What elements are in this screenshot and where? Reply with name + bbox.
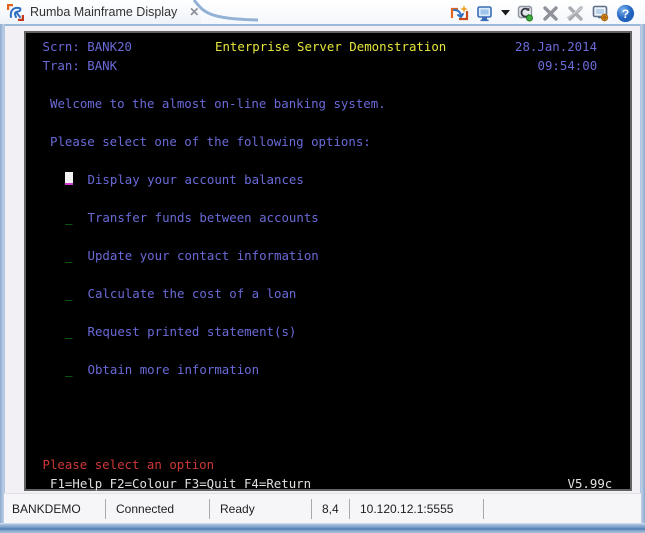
disconnect-icon[interactable] (541, 4, 560, 23)
frame-edge-right (640, 24, 645, 533)
terminal-text-segment: Welcome to the almost on-line banking sy… (50, 96, 386, 111)
terminal-row: _ Request printed statement(s) (35, 324, 630, 343)
terminal-input-field[interactable]: _ (65, 210, 72, 225)
status-bar: BANKDEMO Connected Ready 8,4 10.120.12.1:555… (4, 493, 641, 523)
rumba-logo-icon (7, 3, 24, 21)
disconnect-all-icon[interactable] (566, 4, 585, 23)
tab-swoosh-decoration (192, 0, 259, 22)
terminal-text-segment: 09:54:00 (537, 58, 598, 73)
terminal-text-segment: Obtain more information (87, 362, 260, 377)
terminal-text-segment: Transfer funds between accounts (87, 210, 319, 225)
terminal-text-segment: V5.99c (567, 476, 613, 491)
terminal-input-field[interactable]: _ (65, 324, 72, 339)
terminal-input-field[interactable]: _ (65, 286, 72, 301)
display-icon[interactable] (475, 4, 494, 23)
terminal-text-segment: Tran: BANK (42, 58, 118, 73)
terminal-row: _ Transfer funds between accounts (35, 210, 630, 229)
terminal-text-segment: Please select an option (42, 457, 215, 472)
terminal-text-segment: Please select one of the following optio… (50, 134, 371, 149)
status-item: BANKDEMO (4, 499, 106, 519)
terminal-row: Tran: BANK 09:54:00 (35, 58, 630, 77)
svg-text:?: ? (622, 7, 629, 21)
terminal-screen[interactable]: Scrn: BANK20 Enterprise Server Demonstrat… (24, 31, 632, 491)
terminal-row: Please select one of the following optio… (35, 134, 630, 153)
display-dropdown-arrow-icon[interactable] (500, 4, 510, 23)
view-toolbar: ? (450, 2, 635, 24)
terminal-text-segment: Calculate the cost of a loan (87, 286, 297, 301)
status-item: 10.120.12.1:5555 (350, 499, 484, 519)
tab-title: Rumba Mainframe Display (30, 5, 178, 19)
status-item: Connected (106, 499, 210, 519)
view-tab-bar: Rumba Mainframe Display ✕ ? (0, 0, 645, 26)
status-item: Ready (210, 499, 312, 519)
terminal-text-segment: Enterprise Server Demonstration (215, 39, 447, 54)
terminal-input-field[interactable]: _ (65, 248, 72, 263)
terminal-text-segment: Display your account balances (87, 172, 304, 187)
terminal-row: _ Update your contact information (35, 248, 630, 267)
help-icon[interactable]: ? (616, 4, 635, 23)
terminal-text-segment: 28.Jan.2014 (515, 39, 598, 54)
frame-edge-bottom (0, 523, 645, 533)
frame-edge-left (0, 24, 5, 533)
terminal-cursor[interactable] (65, 172, 73, 185)
tab-rumba-mainframe-display[interactable]: Rumba Mainframe Display ✕ (0, 0, 202, 24)
terminal-input-field[interactable]: _ (65, 362, 72, 377)
terminal-text-segment: Scrn: BANK20 (42, 39, 133, 54)
display-settings-icon[interactable] (591, 4, 610, 23)
terminal-row: Please select an option (35, 457, 630, 476)
status-item: 8,4 (312, 499, 350, 519)
terminal-row: Display your account balances (35, 172, 630, 191)
session-wizard-icon[interactable] (450, 4, 469, 23)
terminal-row: Welcome to the almost on-line banking sy… (35, 96, 630, 115)
terminal-row: _ Calculate the cost of a loan (35, 286, 630, 305)
terminal-row: Scrn: BANK20 Enterprise Server Demonstrat… (35, 39, 630, 58)
reconnect-icon[interactable] (516, 4, 535, 23)
terminal-text-segment: Request printed statement(s) (87, 324, 297, 339)
terminal-row: _ Obtain more information (35, 362, 630, 381)
terminal-text-segment: Update your contact information (87, 248, 319, 263)
rumba-window: Rumba Mainframe Display ✕ ? Scrn: BANK20… (0, 0, 645, 533)
terminal-grid: Scrn: BANK20 Enterprise Server Demonstrat… (26, 33, 630, 491)
terminal-text-segment: F1=Help F2=Colour F3=Quit F4=Return (50, 476, 312, 491)
